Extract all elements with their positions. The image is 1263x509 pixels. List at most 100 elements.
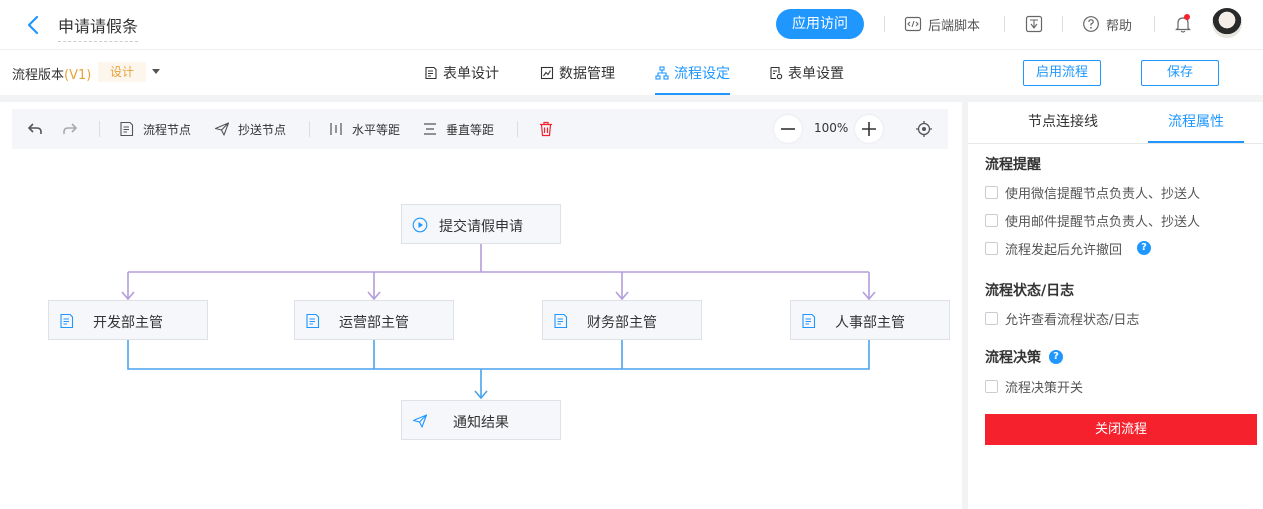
vertical-equal-button[interactable]: 垂直等距	[422, 120, 494, 138]
tab-label: 表单设置	[788, 65, 844, 82]
flow-node-approver[interactable]: 人事部主管	[790, 300, 950, 340]
divider-band	[0, 95, 1263, 102]
node-label: 运营部主管	[339, 315, 409, 331]
add-flow-node-button[interactable]: 流程节点	[119, 120, 191, 138]
tab-form-settings[interactable]: 表单设置	[769, 50, 844, 95]
checkbox-label: 使用邮件提醒节点负责人、抄送人	[1005, 214, 1201, 230]
checkbox[interactable]	[985, 213, 998, 227]
design-tag: 设计	[98, 62, 146, 82]
divider	[1004, 16, 1005, 32]
locate-center-icon[interactable]	[915, 120, 933, 138]
tab-form-design[interactable]: 表单设计	[424, 50, 499, 95]
checkbox-allow-withdraw[interactable]: 流程发起后允许撤回 ?	[985, 239, 1152, 258]
backend-script-label: 后端脚本	[928, 18, 981, 34]
undo-icon[interactable]	[26, 120, 44, 138]
properties-panel: 节点连接线 流程属性 流程提醒 使用微信提醒节点负责人、抄送人 使用邮件提醒节点…	[968, 102, 1263, 509]
translate-icon[interactable]	[1025, 15, 1043, 33]
flow-node-approver[interactable]: 财务部主管	[542, 300, 702, 340]
flow-node-end[interactable]: 通知结果	[401, 400, 561, 440]
horizontal-equal-label: 水平等距	[352, 122, 401, 137]
tab-flow-settings[interactable]: 流程设定	[655, 50, 730, 95]
node-label: 开发部主管	[93, 315, 163, 331]
tab-label: 表单设计	[443, 65, 499, 82]
help-link[interactable]: 帮助	[1082, 14, 1132, 34]
tab-node-connector[interactable]: 节点连接线	[1015, 102, 1111, 143]
checkbox[interactable]	[985, 379, 998, 393]
minus-icon	[781, 128, 795, 130]
vertical-equal-label: 垂直等距	[446, 122, 495, 137]
redo-icon[interactable]	[61, 120, 79, 138]
add-cc-node-button[interactable]: 抄送节点	[214, 120, 286, 138]
checkbox-label: 允许查看流程状态/日志	[1005, 312, 1140, 328]
checkbox-email-reminder[interactable]: 使用邮件提醒节点负责人、抄送人	[985, 211, 1201, 230]
question-circle-icon	[1083, 16, 1099, 32]
checkbox-decision-switch[interactable]: 流程决策开关	[985, 377, 1084, 396]
version-value: (V1)	[64, 68, 92, 83]
checkbox-wechat-reminder[interactable]: 使用微信提醒节点负责人、抄送人	[985, 183, 1201, 202]
divider	[1154, 16, 1155, 32]
checkbox[interactable]	[985, 311, 998, 325]
app-visit-button[interactable]: 应用访问	[776, 9, 864, 39]
sub-bar: 流程版本(V1) 设计 表单设计 数据管理 流程设定 表单设置 启用流程 保存	[0, 50, 1263, 95]
divider	[968, 143, 1263, 144]
flow-icon	[655, 65, 669, 80]
checkbox-label: 流程发起后允许撤回	[1005, 242, 1123, 258]
version-label[interactable]: 流程版本(V1)	[12, 64, 91, 83]
vertical-distribute-icon	[424, 123, 436, 135]
checkbox-view-status-log[interactable]: 允许查看流程状态/日志	[985, 309, 1140, 328]
section-title-reminder: 流程提醒	[985, 157, 1041, 173]
flow-node-approver[interactable]: 运营部主管	[294, 300, 454, 340]
form-node-icon	[120, 121, 134, 137]
zoom-in-button[interactable]	[855, 115, 883, 143]
flow-node-label: 流程节点	[143, 122, 192, 137]
send-icon	[214, 122, 230, 136]
save-button[interactable]: 保存	[1141, 60, 1219, 86]
section-title-text: 流程决策	[985, 350, 1041, 366]
divider	[884, 16, 885, 32]
close-flow-button[interactable]: 关闭流程	[985, 414, 1257, 445]
back-arrow-icon[interactable]	[24, 14, 44, 36]
divider	[1062, 16, 1063, 32]
form-design-icon	[425, 66, 437, 79]
help-label: 帮助	[1106, 18, 1133, 34]
flow-canvas[interactable]: 流程节点 抄送节点 水平等距 垂直等距 100% 提交请假申请 开发部主管 运营…	[0, 102, 962, 509]
horizontal-equal-button[interactable]: 水平等距	[328, 120, 400, 138]
node-label: 财务部主管	[587, 315, 657, 331]
zoom-out-button[interactable]	[774, 115, 802, 143]
top-bar: 申请请假条 应用访问 后端脚本 帮助	[0, 0, 1263, 50]
section-title-decision: 流程决策 ?	[985, 347, 1063, 367]
checkbox-label: 流程决策开关	[1005, 380, 1084, 396]
notification-dot	[1184, 14, 1190, 20]
node-label: 通知结果	[453, 415, 509, 431]
horizontal-distribute-icon	[330, 123, 342, 135]
tab-label: 数据管理	[559, 65, 615, 82]
flow-node-start[interactable]: 提交请假申请	[401, 204, 561, 244]
delete-trash-icon[interactable]	[537, 120, 555, 138]
caret-down-icon[interactable]	[152, 69, 160, 74]
divider	[309, 121, 310, 137]
canvas-toolbar: 流程节点 抄送节点 水平等距 垂直等距 100%	[12, 109, 948, 149]
divider	[99, 121, 100, 137]
question-help-icon[interactable]: ?	[1049, 350, 1063, 364]
flow-node-approver[interactable]: 开发部主管	[48, 300, 208, 340]
code-icon	[904, 16, 922, 32]
data-chart-icon	[540, 66, 554, 79]
tab-label: 流程设定	[674, 65, 730, 82]
avatar[interactable]	[1212, 8, 1242, 38]
question-help-icon[interactable]: ?	[1137, 241, 1152, 255]
plus-icon	[862, 122, 876, 136]
zoom-level: 100%	[814, 121, 849, 135]
divider	[517, 121, 518, 137]
checkbox-label: 使用微信提醒节点负责人、抄送人	[1005, 186, 1201, 202]
enable-flow-button[interactable]: 启用流程	[1023, 60, 1101, 86]
node-label: 提交请假申请	[439, 219, 523, 235]
tab-data-management[interactable]: 数据管理	[540, 50, 615, 95]
form-settings-icon	[770, 66, 783, 79]
version-text: 流程版本	[12, 68, 65, 83]
checkbox[interactable]	[985, 185, 998, 199]
cc-node-label: 抄送节点	[238, 122, 287, 137]
tab-flow-properties[interactable]: 流程属性	[1148, 102, 1244, 143]
checkbox[interactable]	[985, 241, 998, 255]
page-title[interactable]: 申请请假条	[58, 13, 139, 42]
backend-script-link[interactable]: 后端脚本	[904, 14, 980, 34]
